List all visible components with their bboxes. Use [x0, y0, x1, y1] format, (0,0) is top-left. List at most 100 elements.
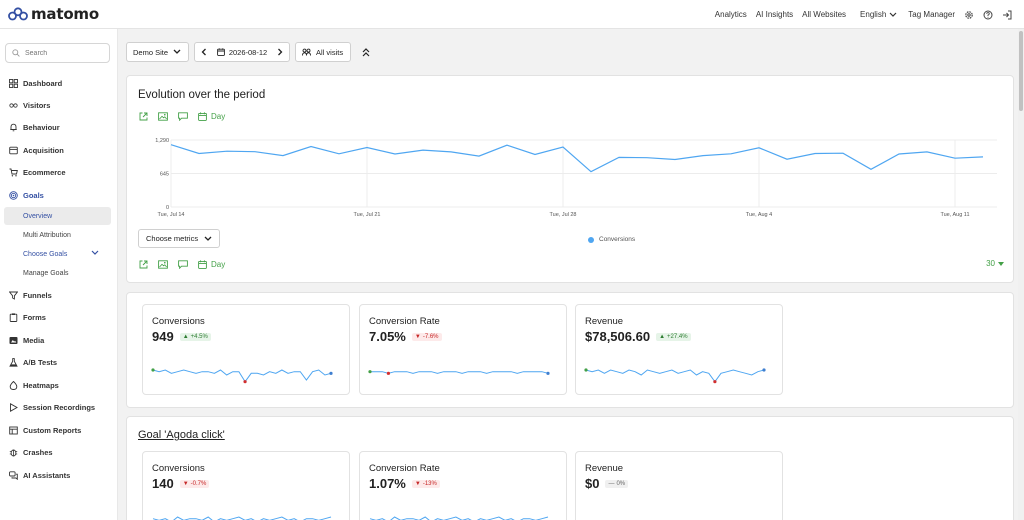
sparkline-min-dot	[713, 380, 717, 384]
sidebar-subitem-choose-goals[interactable]: Choose Goals	[4, 245, 111, 263]
sidebar-item-acquisition[interactable]: Acquisition	[9, 143, 64, 157]
search-input[interactable]	[25, 49, 105, 57]
sidebar-item-goals[interactable]: Goals	[9, 188, 44, 202]
help-icon[interactable]	[982, 9, 993, 20]
dash-icon: —	[608, 480, 615, 487]
chevron-down-icon	[91, 250, 99, 255]
export-icon[interactable]	[138, 111, 148, 121]
sidebar-item-ai-assistants[interactable]: AI Assistants	[9, 468, 70, 482]
sidebar-item-session-recordings[interactable]: Session Recordings	[9, 400, 95, 414]
nav-ai-insights[interactable]: AI Insights	[756, 10, 793, 19]
period-day-selector[interactable]: Day	[198, 112, 225, 121]
chart-legend[interactable]: Conversions	[588, 236, 635, 243]
chevron-down-icon	[889, 12, 897, 17]
sidebar-subitem-multi-attribution[interactable]: Multi Attribution	[4, 226, 111, 244]
sidebar-item-label: Forms	[23, 312, 46, 322]
row-limit-selector[interactable]: 30	[986, 259, 1004, 268]
goal-sparkline-card-conversions[interactable]: Conversions 140 ▼ -0.7%	[142, 451, 350, 520]
sidebar-item-ecommerce[interactable]: Ecommerce	[9, 165, 66, 179]
sidebar-item-label: Dashboard	[23, 78, 63, 88]
x-tick-label: Tue, Jul 28	[549, 212, 576, 218]
sidebar-subitem-manage-goals[interactable]: Manage Goals	[4, 264, 111, 282]
arrow-down-icon: ▼	[414, 480, 421, 487]
date-label: 2026-08-12	[228, 47, 268, 57]
date-display[interactable]: 2026-08-12	[216, 47, 268, 57]
export-icon[interactable]	[138, 259, 148, 269]
change-badge: —0%	[605, 479, 629, 488]
sidebar-item-crashes[interactable]: Crashes	[9, 445, 53, 459]
date-selector[interactable]: 2026-08-12	[194, 42, 290, 62]
subitem-label: Overview	[23, 212, 53, 220]
scrollbar-thumb[interactable]	[1019, 31, 1023, 111]
sidebar-item-behaviour[interactable]: Behaviour	[9, 120, 60, 134]
gear-icon[interactable]	[963, 9, 974, 20]
choose-metrics-label: Choose metrics	[146, 234, 199, 243]
report-controls: Demo Site 2026-08-12 All visits	[126, 42, 372, 62]
language-selector[interactable]: English	[860, 10, 897, 19]
image-icon[interactable]	[158, 259, 168, 269]
evolution-card: Evolution over the period Day 1,290 645 0 T…	[126, 75, 1014, 283]
reports-icon	[9, 426, 18, 435]
sparkline-title: Revenue	[585, 463, 624, 474]
sidebar-item-funnels[interactable]: Funnels	[9, 288, 52, 302]
play-icon	[9, 402, 18, 412]
sidebar-item-visitors[interactable]: Visitors	[9, 98, 50, 112]
matomo-logo[interactable]: matomo	[8, 5, 99, 23]
change-badge: ▲ +27.4%	[656, 332, 691, 341]
period-day-selector[interactable]: Day	[198, 260, 225, 269]
page-scrollbar[interactable]	[1018, 29, 1024, 520]
metric-value: 7.05%	[369, 329, 406, 344]
top-navigation: Analytics AI Insights All Websites Engli…	[706, 0, 1012, 29]
goal-card: Goal 'Agoda click' Conversions 140 ▼ -0.7…	[126, 416, 1014, 520]
chevron-right-icon[interactable]	[277, 48, 283, 56]
segment-selector[interactable]: All visits	[295, 42, 351, 62]
nav-analytics[interactable]: Analytics	[715, 10, 747, 19]
goal-title-link[interactable]: Goal 'Agoda click'	[138, 429, 225, 441]
chevron-left-icon[interactable]	[201, 48, 207, 56]
sidebar-item-ab-tests[interactable]: A/B Tests	[9, 355, 57, 369]
annotation-icon[interactable]	[178, 259, 188, 269]
sparkline-card-revenue[interactable]: Revenue $78,506.60 ▲ +27.4%	[575, 304, 783, 395]
annotation-icon[interactable]	[178, 111, 188, 121]
sparkline-title: Conversions	[152, 463, 205, 474]
arrow-down-icon: ▼	[182, 480, 189, 487]
clipboard-icon	[9, 312, 18, 322]
sidebar-item-media[interactable]: Media	[9, 333, 44, 347]
arrow-up-icon: ▲	[659, 333, 666, 340]
choose-metrics-button[interactable]: Choose metrics	[138, 229, 221, 248]
sidebar-item-heatmaps[interactable]: Heatmaps	[9, 378, 59, 392]
x-tick-label: Tue, Aug 4	[746, 212, 772, 218]
sidebar-item-label: Acquisition	[23, 145, 64, 155]
image-icon[interactable]	[158, 111, 168, 121]
sidebar-item-label: AI Assistants	[23, 470, 71, 480]
calendar-icon	[216, 48, 225, 56]
sidebar-item-label: Visitors	[23, 100, 51, 110]
collapse-up-icon[interactable]	[360, 46, 372, 58]
subitem-label: Choose Goals	[23, 250, 68, 258]
evolution-line-chart[interactable]: 1,290 645 0Tue, Jul 14 Tue, Jul 21 Tue, Jul …	[137, 132, 1003, 224]
sparkline-chart	[369, 516, 549, 520]
sparkline-value: 7.05% ▼ -7.6%	[369, 329, 442, 344]
sparkline-card-conversion-rate[interactable]: Conversion Rate 7.05% ▼ -7.6%	[359, 304, 567, 395]
change-badge: ▼ -0.7%	[179, 479, 210, 488]
goal-sparkline-card-conversion-rate[interactable]: Conversion Rate 1.07% ▼ -13%	[359, 451, 567, 520]
nav-all-websites[interactable]: All Websites	[802, 10, 846, 19]
x-tick-label: Tue, Aug 11	[940, 212, 969, 218]
metric-value: 949	[152, 329, 174, 344]
sidebar-item-forms[interactable]: Forms	[9, 310, 46, 324]
funnel-icon	[9, 291, 18, 300]
sparkline-card-conversions[interactable]: Conversions 949 ▲ +4.5%	[142, 304, 350, 395]
sparkline-start-dot	[584, 368, 588, 372]
sidebar-item-custom-reports[interactable]: Custom Reports	[9, 423, 81, 437]
logout-icon[interactable]	[1001, 9, 1012, 20]
search-box[interactable]	[5, 43, 110, 63]
site-selector[interactable]: Demo Site	[126, 42, 189, 62]
sidebar-item-dashboard[interactable]: Dashboard	[9, 76, 62, 90]
goal-sparkline-card-revenue[interactable]: Revenue $0 —0%	[575, 451, 783, 520]
metric-value: 140	[152, 476, 174, 491]
metric-value: $0	[585, 476, 600, 491]
top-bar: matomo Analytics AI Insights All Website…	[0, 0, 1024, 29]
nav-tag-manager[interactable]: Tag Manager	[908, 10, 955, 19]
sidebar-subitem-overview[interactable]: Overview	[4, 207, 111, 225]
y-tick-label: 0	[166, 205, 169, 211]
